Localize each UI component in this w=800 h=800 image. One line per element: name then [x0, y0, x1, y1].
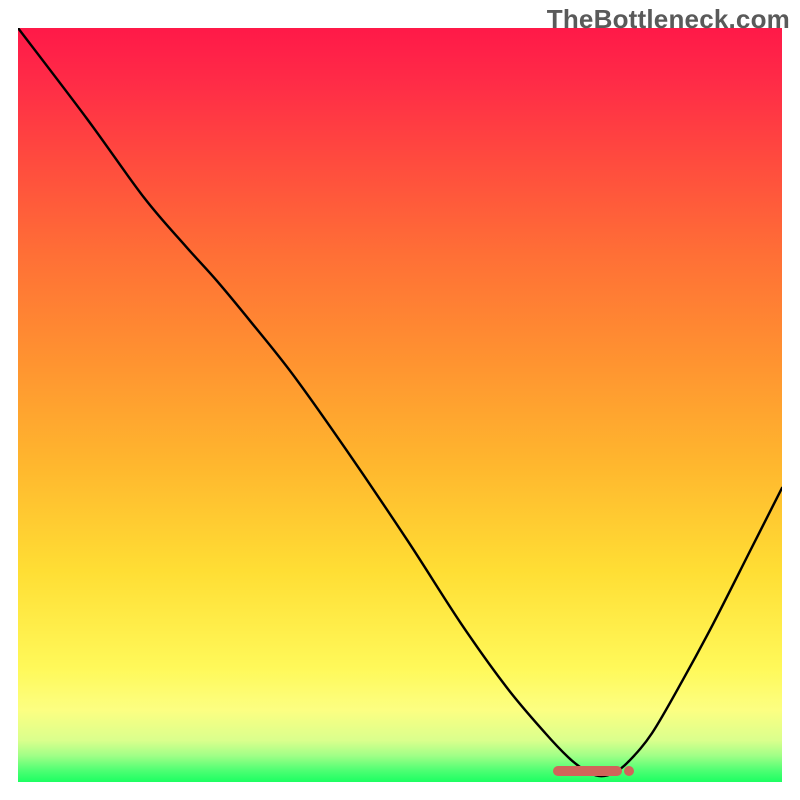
bottleneck-curve [18, 28, 782, 782]
plot-area [18, 28, 782, 782]
curve-path [18, 28, 782, 776]
optimal-range-marker [553, 766, 622, 776]
optimal-range-marker-end-dot [624, 766, 634, 776]
watermark-text: TheBottleneck.com [547, 4, 790, 35]
figure-root: TheBottleneck.com [0, 0, 800, 800]
